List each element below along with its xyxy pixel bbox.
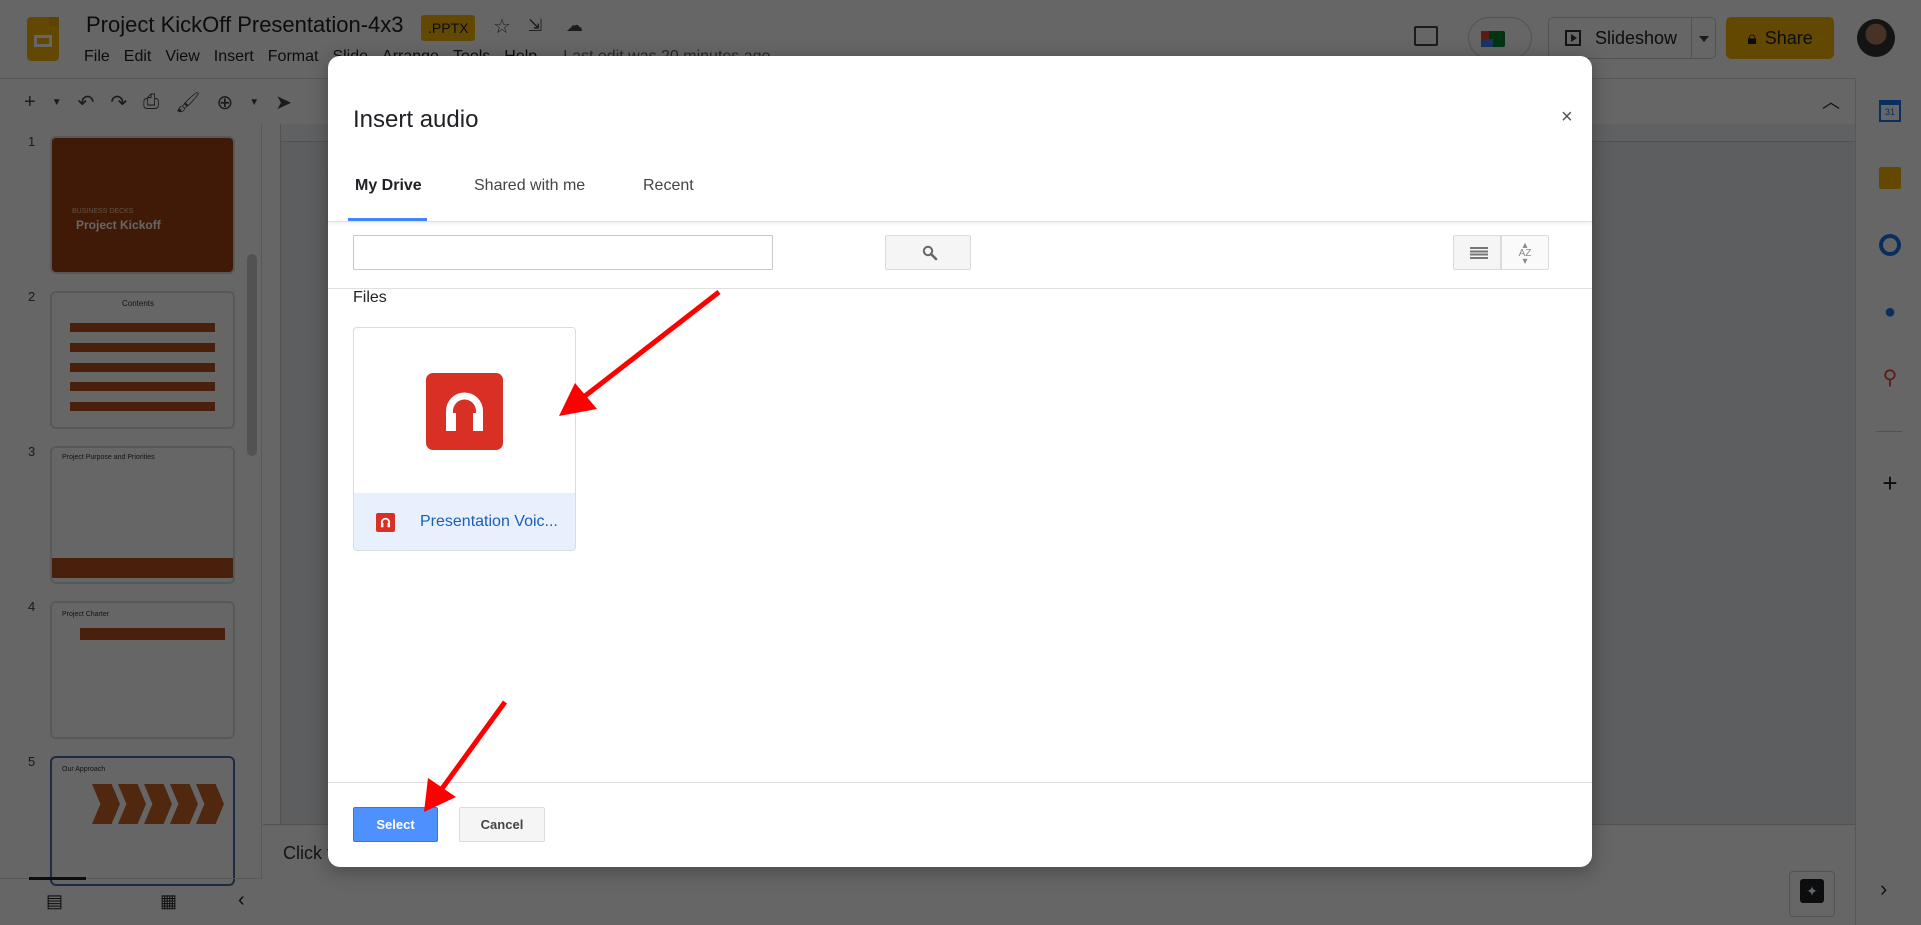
close-icon[interactable]: × — [1561, 106, 1573, 129]
file-item[interactable]: Presentation Voic... — [353, 327, 576, 551]
search-icon — [922, 245, 938, 261]
insert-audio-dialog: Insert audio × My Drive Shared with me R… — [328, 56, 1592, 867]
select-button[interactable]: Select — [353, 807, 438, 842]
search-button[interactable] — [885, 235, 971, 270]
dialog-title: Insert audio — [353, 106, 479, 133]
tab-my-drive[interactable]: My Drive — [348, 166, 427, 222]
file-name: Presentation Voic... — [420, 513, 558, 530]
files-section-label: Files — [353, 289, 387, 306]
view-options: ▴ AZ ▾ — [1453, 235, 1549, 270]
cancel-button[interactable]: Cancel — [459, 807, 545, 842]
source-tabs: My Drive Shared with me Recent — [328, 166, 1592, 222]
search-input[interactable] — [353, 235, 773, 270]
google-slides-app: Project KickOff Presentation-4x3 .PPTX ☆… — [0, 0, 1921, 925]
sort-button[interactable]: ▴ AZ ▾ — [1501, 235, 1549, 270]
audio-file-type-icon — [376, 513, 395, 532]
tab-recent[interactable]: Recent — [643, 166, 694, 222]
audio-file-icon — [426, 373, 503, 450]
sort-az-icon: ▴ AZ ▾ — [1518, 240, 1532, 267]
list-view-button[interactable] — [1453, 235, 1501, 270]
tab-shared-with-me[interactable]: Shared with me — [474, 166, 585, 222]
list-view-icon — [1470, 247, 1488, 259]
